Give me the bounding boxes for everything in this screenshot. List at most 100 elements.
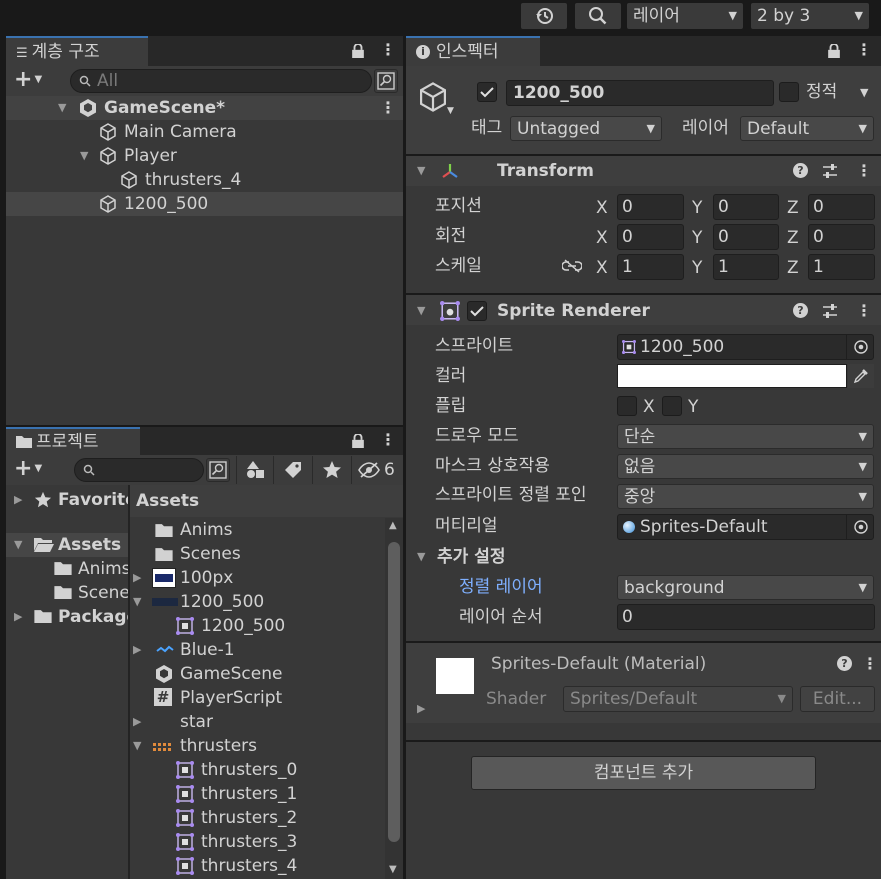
expand-arrow-icon[interactable]: ▶ [14, 605, 22, 629]
material-object-field[interactable]: Sprites-Default [617, 514, 874, 540]
sidebar-packages[interactable]: Packages [58, 605, 128, 629]
asset-item-scenes[interactable]: Scenes [180, 542, 241, 566]
object-picker-icon[interactable] [846, 515, 874, 539]
scene-search-button[interactable] [374, 69, 398, 93]
material-more-icon[interactable]: ⋮ [862, 654, 878, 674]
scale-y-input[interactable]: 1 [713, 254, 779, 280]
asset-list-scrollbar[interactable]: ▲ ▼ [385, 518, 403, 879]
filter-by-type-button[interactable] [236, 456, 272, 484]
asset-item-thrusters-3[interactable]: thrusters_3 [201, 830, 297, 854]
favorites-button[interactable] [312, 456, 350, 484]
active-checkbox[interactable] [477, 82, 497, 102]
history-button[interactable] [520, 2, 568, 30]
asset-item-thrusters-2[interactable]: thrusters_2 [201, 806, 297, 830]
asset-item-thrusters[interactable]: thrusters [180, 734, 257, 758]
scale-z-label[interactable]: Z [787, 256, 799, 280]
preset-sliders-icon[interactable] [822, 163, 838, 179]
asset-item-1200-500-sprite[interactable]: 1200_500 [201, 614, 285, 638]
object-name-input[interactable]: 1200_500 [506, 80, 774, 106]
rotation-y-label[interactable]: Y [692, 226, 702, 250]
asset-item-blue-1[interactable]: Blue-1 [180, 638, 235, 662]
rotation-y-input[interactable]: 0 [713, 224, 779, 250]
sidebar-favorites[interactable]: Favorites [58, 488, 128, 512]
scrollbar-thumb[interactable] [388, 542, 400, 842]
sidebar-assets[interactable]: Assets [58, 533, 121, 557]
foldout-arrow-icon[interactable]: ▼ [417, 545, 425, 569]
color-picker-button[interactable] [848, 364, 874, 388]
draw-mode-dropdown[interactable]: 단순 ▼ [617, 424, 874, 449]
help-icon[interactable]: ? [793, 163, 808, 178]
search-button[interactable] [574, 2, 622, 30]
lock-icon[interactable] [351, 434, 365, 448]
constrain-proportions-icon[interactable] [562, 259, 582, 273]
asset-item-star[interactable]: star [180, 710, 213, 734]
component-more-icon[interactable]: ⋮ [856, 161, 872, 181]
more-options-icon[interactable]: ⋮ [380, 40, 396, 60]
foldout-arrow-icon[interactable]: ▼ [417, 299, 425, 323]
shader-dropdown[interactable]: Sprites/Default ▼ [563, 686, 793, 712]
rotation-z-label[interactable]: Z [787, 226, 799, 250]
gameobject-cube-icon[interactable] [416, 80, 450, 114]
expand-arrow-icon[interactable]: ▼ [58, 96, 66, 120]
add-component-button[interactable]: 컴포넌트 추가 [471, 756, 816, 790]
sorting-layer-dropdown[interactable]: background ▼ [617, 575, 874, 600]
chevron-down-icon[interactable]: ▼ [447, 106, 454, 116]
flip-y-checkbox[interactable] [662, 396, 682, 416]
sprite-renderer-enabled-checkbox[interactable] [467, 301, 487, 321]
static-checkbox[interactable] [779, 82, 799, 102]
sidebar-scenes[interactable]: Scenes [78, 581, 128, 605]
more-options-icon[interactable]: ⋮ [856, 40, 872, 60]
scale-y-label[interactable]: Y [692, 256, 702, 280]
create-button[interactable]: + ▼ [14, 68, 42, 92]
preset-sliders-icon[interactable] [822, 303, 838, 319]
search-in-scene-button[interactable] [206, 458, 230, 482]
scene-more-icon[interactable]: ⋮ [380, 98, 396, 118]
lock-icon[interactable] [351, 44, 365, 58]
expand-arrow-icon[interactable]: ▼ [14, 533, 22, 557]
tab-project[interactable]: 프로젝트 [6, 427, 140, 455]
position-y-input[interactable]: 0 [713, 194, 779, 220]
sort-point-dropdown[interactable]: 중앙 ▼ [617, 484, 874, 509]
component-more-icon[interactable]: ⋮ [856, 301, 872, 321]
mask-interaction-dropdown[interactable]: 없음 ▼ [617, 454, 874, 479]
rotation-x-input[interactable]: 0 [617, 224, 684, 250]
scale-z-input[interactable]: 1 [808, 254, 875, 280]
filter-by-label-button[interactable] [273, 456, 311, 484]
position-x-input[interactable]: 0 [617, 194, 684, 220]
lock-icon[interactable] [827, 44, 841, 58]
asset-item-gamescene[interactable]: GameScene [180, 662, 282, 686]
help-icon[interactable]: ? [837, 656, 852, 671]
assets-breadcrumb[interactable]: Assets [136, 489, 199, 513]
order-in-layer-input[interactable]: 0 [617, 604, 875, 630]
help-icon[interactable]: ? [793, 303, 808, 318]
scroll-down-arrow-icon[interactable]: ▼ [389, 864, 397, 875]
asset-item-thrusters-0[interactable]: thrusters_0 [201, 758, 297, 782]
expand-arrow-icon[interactable]: ▶ [133, 638, 141, 662]
position-x-label[interactable]: X [596, 196, 608, 220]
expand-arrow-icon[interactable]: ▶ [133, 566, 141, 590]
foldout-arrow-icon[interactable]: ▶ [417, 697, 425, 721]
scale-x-label[interactable]: X [596, 256, 608, 280]
sidebar-anims[interactable]: Anims [78, 557, 128, 581]
hierarchy-search-input[interactable]: All [70, 69, 372, 93]
asset-item-playerscript[interactable]: PlayerScript [180, 686, 282, 710]
asset-item-thrusters-1[interactable]: thrusters_1 [201, 782, 297, 806]
asset-item-thrusters-4[interactable]: thrusters_4 [201, 854, 297, 878]
rotation-x-label[interactable]: X [596, 226, 608, 250]
expand-arrow-icon[interactable]: ▼ [80, 144, 88, 168]
position-z-input[interactable]: 0 [808, 194, 875, 220]
flip-x-checkbox[interactable] [617, 396, 637, 416]
asset-item-anims[interactable]: Anims [180, 518, 233, 542]
scroll-up-arrow-icon[interactable]: ▲ [389, 520, 397, 531]
layout-dropdown[interactable]: 2 by 3 ▼ [750, 2, 870, 30]
expand-arrow-icon[interactable]: ▼ [133, 590, 141, 614]
rotation-z-input[interactable]: 0 [808, 224, 875, 250]
tab-hierarchy[interactable]: ☰ 계층 구조 [6, 36, 148, 66]
asset-item-100px[interactable]: 100px [180, 566, 233, 590]
transform-header[interactable] [406, 156, 881, 186]
object-picker-icon[interactable] [846, 335, 874, 359]
shader-edit-button[interactable]: Edit... [800, 686, 875, 712]
expand-arrow-icon[interactable]: ▼ [133, 734, 141, 758]
tag-dropdown[interactable]: Untagged ▼ [510, 116, 662, 141]
more-options-icon[interactable]: ⋮ [380, 430, 396, 450]
